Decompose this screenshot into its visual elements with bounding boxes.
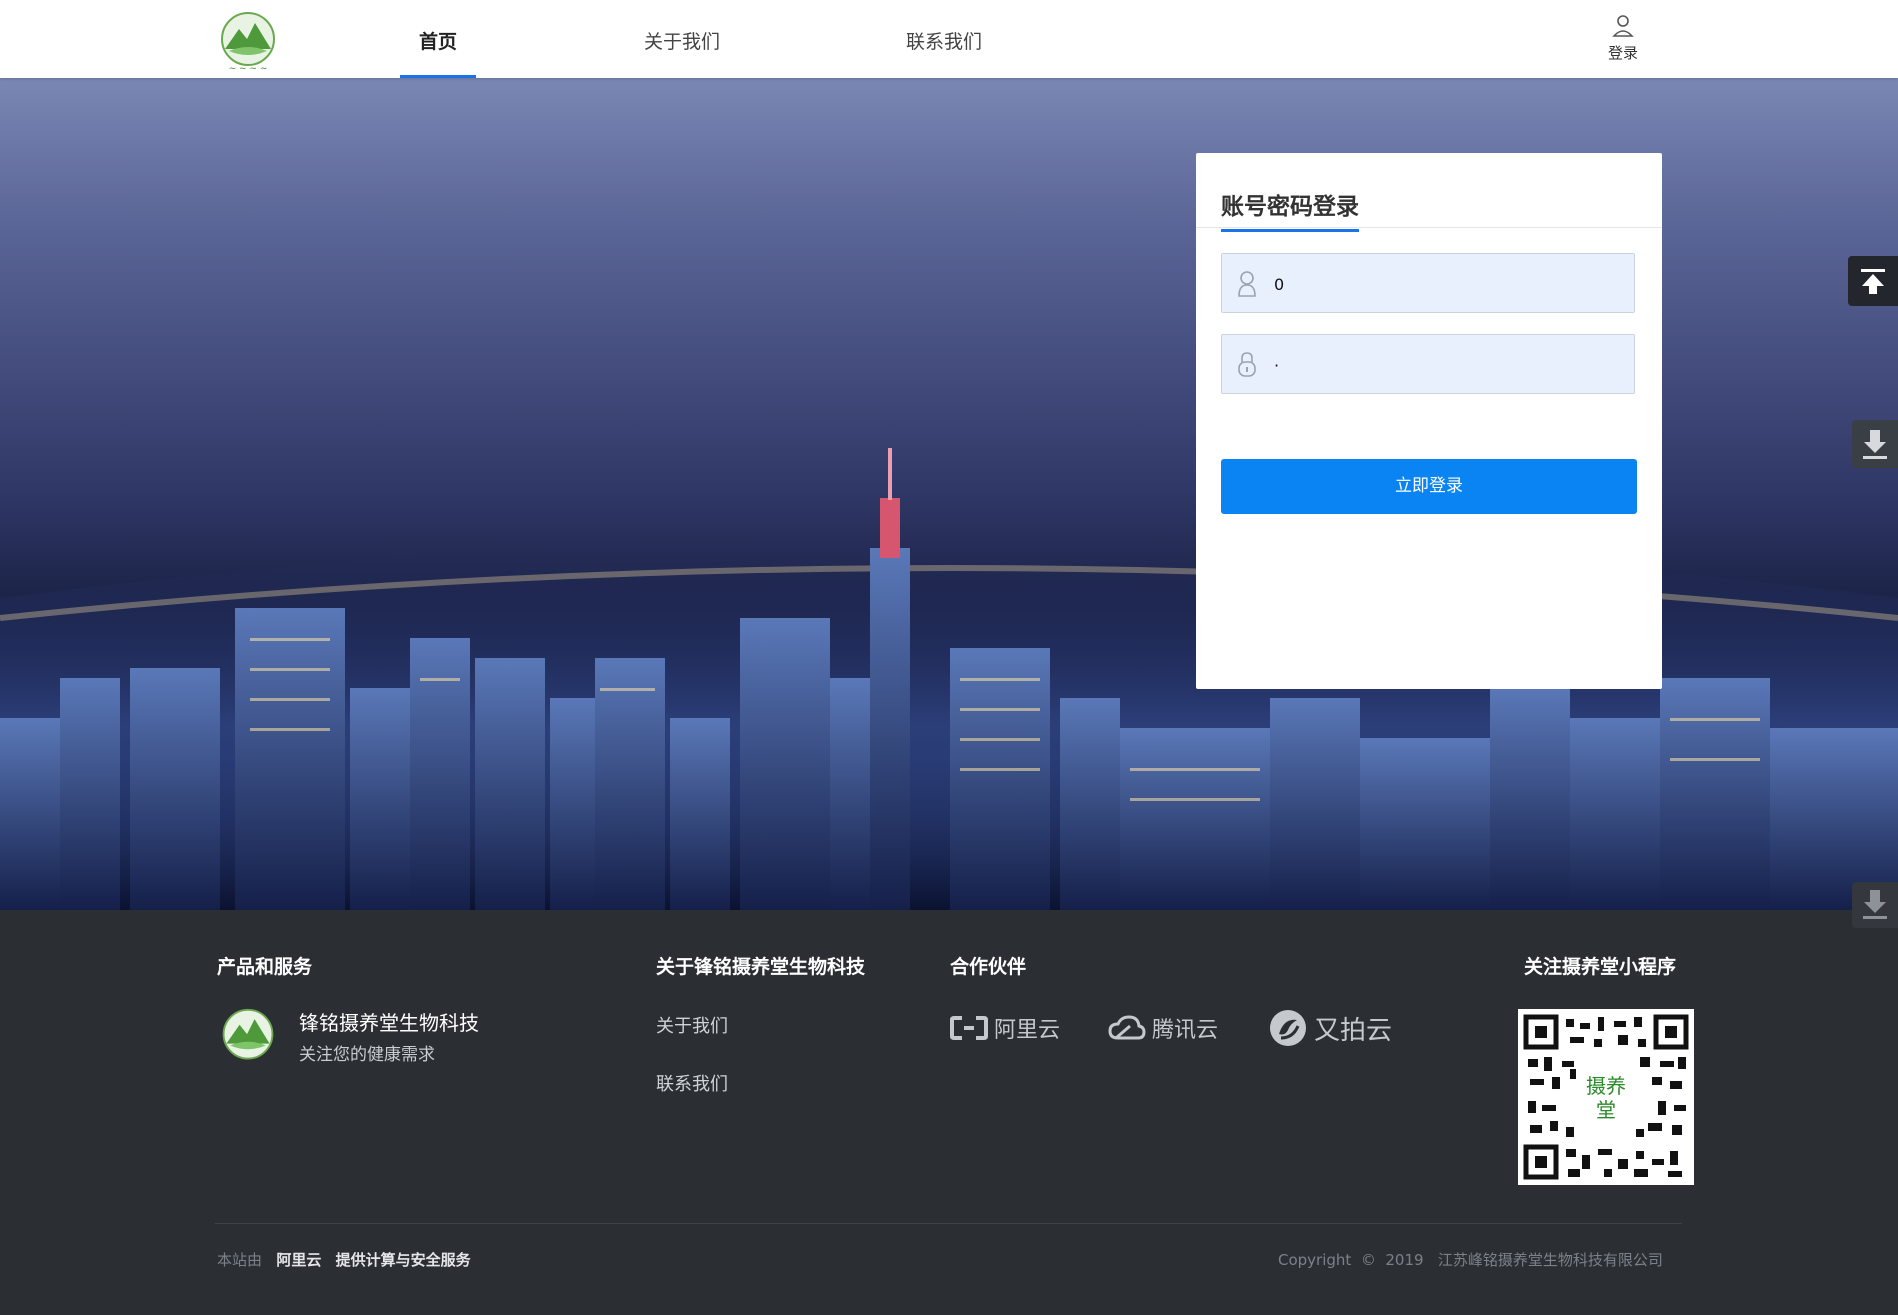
top-navbar: ~ ~ ~ ~ 首页 关于我们 联系我们 登录 [0,0,1898,78]
nav-contact[interactable]: 联系我们 [898,0,990,78]
aliyun-logo-icon [950,1016,988,1040]
nav-home-label: 首页 [418,31,457,53]
login-tab-password[interactable]: 账号密码登录 [1221,187,1359,232]
login-card: 账号密码登录 立即登录 [1196,153,1662,689]
nav-home[interactable]: 首页 [400,0,476,78]
upyun-logo-icon [1270,1010,1306,1046]
back-to-top-button[interactable] [1848,256,1898,306]
svg-text:~ ~ ~ ~: ~ ~ ~ ~ [229,64,268,74]
partner-aliyun-label: 阿里云 [994,1018,1061,1043]
footer-hosting-note: 本站由 阿里云 提供计算与安全服务 [217,1249,471,1270]
footer-brand-name: 锋铭摄养堂生物科技 [299,1011,479,1035]
header-login-link[interactable]: 登录 [1598,14,1648,63]
footer-divider [215,1223,1682,1224]
footer-products-heading: 产品和服务 [217,956,313,978]
footer-miniprogram-heading: 关注摄养堂小程序 [1524,956,1677,978]
svg-text:堂: 堂 [1596,1098,1616,1122]
hosting-service: 提供计算与安全服务 [335,1251,471,1269]
login-submit-button[interactable]: 立即登录 [1221,459,1637,514]
download-icon [1863,890,1887,919]
partner-upyun-label: 又拍云 [1314,1015,1393,1046]
password-input[interactable] [1272,335,1626,395]
miniprogram-qr-code: 摄养 堂 [1518,1009,1694,1185]
hosting-prefix: 本站由 [217,1251,263,1269]
download-button-secondary[interactable] [1852,882,1898,928]
nav-contact-label: 联系我们 [905,31,982,53]
footer-partners-heading: 合作伙伴 [950,956,1027,978]
user-icon [1612,15,1634,37]
footer-logo [217,1006,279,1068]
tencent-cloud-icon [1108,1015,1146,1040]
hosting-provider[interactable]: 阿里云 [276,1251,321,1269]
partner-aliyun[interactable]: 阿里云 [950,1008,1060,1048]
download-button[interactable] [1852,420,1898,468]
footer-link-contact[interactable]: 联系我们 [656,1070,728,1096]
footer-about-heading: 关于锋铭摄养堂生物科技 [656,956,866,978]
back-to-top-icon [1861,269,1885,294]
site-footer: 产品和服务 锋铭摄养堂生物科技 关注您的健康需求 关于锋铭摄养堂生物科技 关于我… [0,910,1898,1315]
username-input[interactable] [1272,254,1626,314]
footer-brand-slogan: 关注您的健康需求 [299,1045,435,1065]
partner-tencent-cloud-label: 腾讯云 [1152,1018,1219,1043]
svg-text:摄养: 摄养 [1586,1074,1626,1098]
nav-active-indicator [400,75,476,78]
footer-copyright: Copyright © 2019 江苏峰铭摄养堂生物科技有限公司 [1278,1251,1663,1269]
header-login-label: 登录 [1607,44,1638,62]
nav-about[interactable]: 关于我们 [636,0,728,78]
partner-upyun[interactable]: 又拍云 [1268,1008,1392,1048]
lock-icon [1238,352,1256,377]
username-field[interactable] [1221,253,1635,314]
download-icon [1863,430,1887,459]
nav-about-label: 关于我们 [643,31,720,53]
password-field[interactable] [1221,334,1635,395]
partner-tencent-cloud[interactable]: 腾讯云 [1108,1008,1218,1048]
user-icon [1238,271,1256,297]
site-logo[interactable]: ~ ~ ~ ~ [215,9,281,75]
card-divider [1196,227,1662,228]
footer-link-about[interactable]: 关于我们 [656,1012,728,1038]
